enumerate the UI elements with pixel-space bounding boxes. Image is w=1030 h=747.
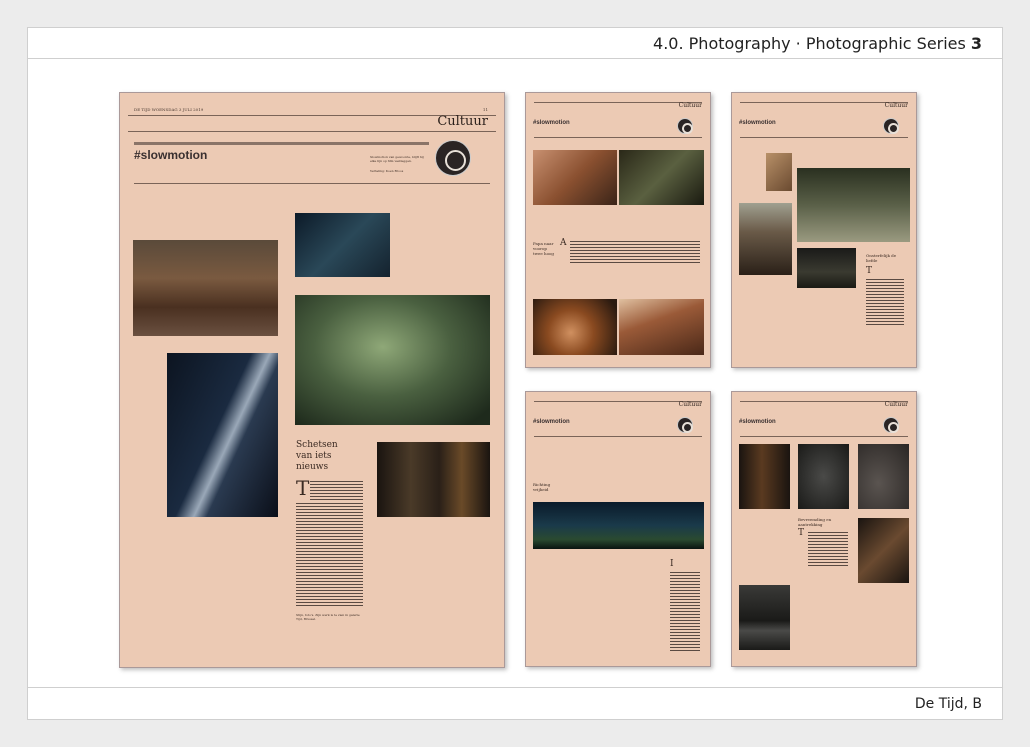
dateline: DE TIJD WOENSDAG 3 JULI 2019 bbox=[134, 107, 204, 112]
photo-crosswalk bbox=[619, 299, 704, 355]
slide-header: 4.0. Photography · Photographic Series 3 bbox=[28, 28, 1002, 59]
article-body-text bbox=[866, 279, 904, 327]
photo-small-object bbox=[766, 153, 792, 191]
photo-shadows-street bbox=[533, 150, 617, 205]
header-rule bbox=[534, 436, 702, 437]
top-rule bbox=[534, 102, 702, 103]
photo-green-door bbox=[619, 150, 704, 205]
top-rule bbox=[534, 401, 702, 402]
byline: Vertaling: Koen Broos bbox=[370, 169, 404, 173]
camera-aperture-logo bbox=[677, 417, 693, 433]
newspaper-page-large: DE TIJD WOENSDAG 3 JULI 2019 11 Cultuur … bbox=[119, 92, 505, 668]
photo-hands-writing bbox=[858, 518, 909, 583]
article-body-text-2 bbox=[296, 503, 363, 608]
article-body-text bbox=[310, 481, 363, 501]
newspaper-page-small-2: Cultuur #slowmotion Onsterfelijk de lief… bbox=[731, 92, 917, 368]
article-headline: Papa naar voorop twee hoog bbox=[533, 241, 554, 256]
page-number: 11 bbox=[482, 107, 488, 112]
newspaper-page-small-1: Cultuur #slowmotion Papa naar voorop twe… bbox=[525, 92, 711, 368]
hashtag-title: #slowmotion bbox=[533, 419, 570, 425]
photo-city-night-skyline bbox=[533, 502, 704, 549]
camera-aperture-logo bbox=[677, 118, 693, 134]
photo-dark-landscape bbox=[739, 585, 790, 650]
photo-dark-figure bbox=[798, 444, 849, 509]
photo-textured-surface bbox=[858, 444, 909, 509]
section-title: Cultuur bbox=[678, 102, 702, 109]
intro-text: Slowmotion van gewoonte, blijft hij elke… bbox=[370, 155, 424, 163]
section-title: Cultuur bbox=[437, 114, 488, 129]
article-headline: Bevreemding en aantrekking bbox=[798, 517, 832, 527]
photo-blurred-road bbox=[133, 240, 278, 336]
photo-dark-blue bbox=[295, 213, 390, 277]
camera-aperture-logo bbox=[435, 140, 471, 176]
header-rule bbox=[740, 436, 908, 437]
dropcap: T bbox=[866, 266, 873, 276]
camera-aperture-logo bbox=[883, 118, 899, 134]
article-signoff: Stijn, foto's. Zijn werk is te zien in g… bbox=[296, 613, 360, 621]
header-rule bbox=[534, 137, 702, 138]
header-bottom-rule bbox=[134, 183, 490, 184]
photo-dark-water bbox=[797, 248, 856, 288]
camera-aperture-logo bbox=[883, 417, 899, 433]
dropcap: T bbox=[296, 476, 310, 500]
newspaper-page-small-3: Cultuur #slowmotion Richting vrijheid I bbox=[525, 391, 711, 667]
photo-dark-doorway bbox=[739, 444, 790, 509]
slide-footer: De Tijd, B bbox=[28, 687, 1002, 719]
dropcap: T bbox=[798, 528, 805, 538]
credit-label: De Tijd, B bbox=[914, 696, 982, 712]
newspaper-page-small-4: Cultuur #slowmotion Bevreemding en aantr… bbox=[731, 391, 917, 667]
article-headline: Onsterfelijk de liefde bbox=[866, 253, 897, 263]
slide-title: 4.0. Photography · Photographic Series bbox=[653, 34, 966, 53]
top-rule bbox=[740, 102, 908, 103]
article-body-text bbox=[570, 241, 700, 263]
article-body-text bbox=[670, 572, 700, 652]
thick-rule bbox=[134, 142, 429, 145]
photo-dark-light-streak bbox=[167, 353, 278, 517]
hashtag-title: #slowmotion bbox=[134, 148, 208, 162]
section-title: Cultuur bbox=[678, 401, 702, 408]
article-headline: Richting vrijheid bbox=[533, 482, 551, 492]
hashtag-title: #slowmotion bbox=[533, 120, 570, 126]
dropcap: I bbox=[670, 559, 674, 569]
hashtag-title: #slowmotion bbox=[739, 120, 776, 126]
article-body-text bbox=[808, 532, 848, 568]
top-rule bbox=[740, 401, 908, 402]
photo-forest-path bbox=[797, 168, 910, 242]
header-rule bbox=[740, 137, 908, 138]
photo-green-blur bbox=[295, 295, 490, 425]
section-title: Cultuur bbox=[884, 102, 908, 109]
hashtag-title: #slowmotion bbox=[739, 419, 776, 425]
section-rule bbox=[128, 131, 496, 132]
photo-manhole-cover bbox=[533, 299, 617, 355]
photo-woman-portrait bbox=[739, 203, 792, 275]
photo-dark-interior bbox=[377, 442, 490, 517]
section-title: Cultuur bbox=[884, 401, 908, 408]
article-headline: Schetsen van iets nieuws bbox=[296, 440, 338, 472]
dropcap: A bbox=[560, 238, 567, 248]
slide-number: 3 bbox=[970, 34, 982, 53]
